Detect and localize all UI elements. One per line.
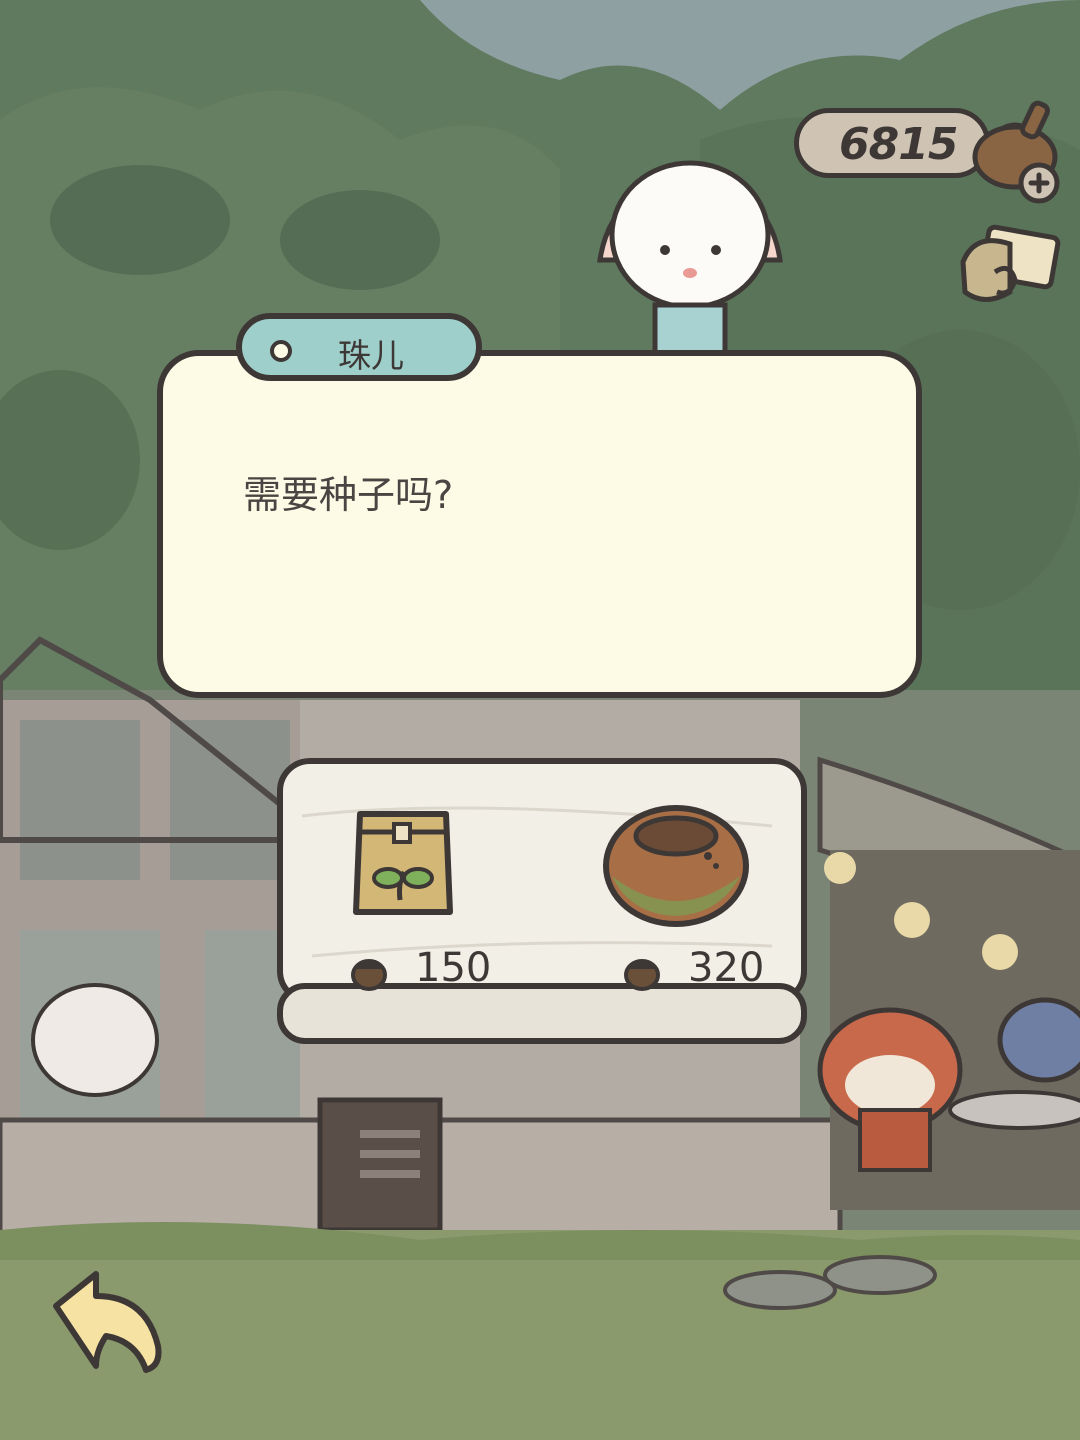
acorn-icon	[624, 959, 660, 991]
dialog-text: 需要种子吗?	[243, 473, 454, 517]
flower-pot-icon[interactable]	[600, 796, 752, 928]
pot-price: 320	[688, 945, 765, 991]
price-tag-pot: 320	[618, 945, 764, 995]
currency-amount: 6815	[839, 119, 958, 170]
acorn-icon[interactable]	[965, 95, 1065, 205]
seed-bag-icon[interactable]	[348, 802, 458, 922]
mailbox-icon[interactable]	[955, 222, 1065, 322]
nametag-dot	[270, 340, 292, 362]
plus-icon[interactable]	[1018, 162, 1060, 204]
back-arrow-icon[interactable]	[46, 1266, 164, 1378]
speaker-name: 珠儿	[338, 336, 404, 375]
game-scene	[0, 0, 1080, 1440]
currency-counter: 6815	[794, 108, 990, 178]
price-tag-seed: 150	[345, 945, 491, 995]
speaker-nametag: 珠儿	[236, 313, 482, 381]
dialog-box[interactable]: 需要种子吗?	[157, 350, 922, 698]
seed-price: 150	[415, 945, 492, 991]
acorn-icon	[351, 959, 387, 991]
background-scene	[0, 0, 1080, 1440]
